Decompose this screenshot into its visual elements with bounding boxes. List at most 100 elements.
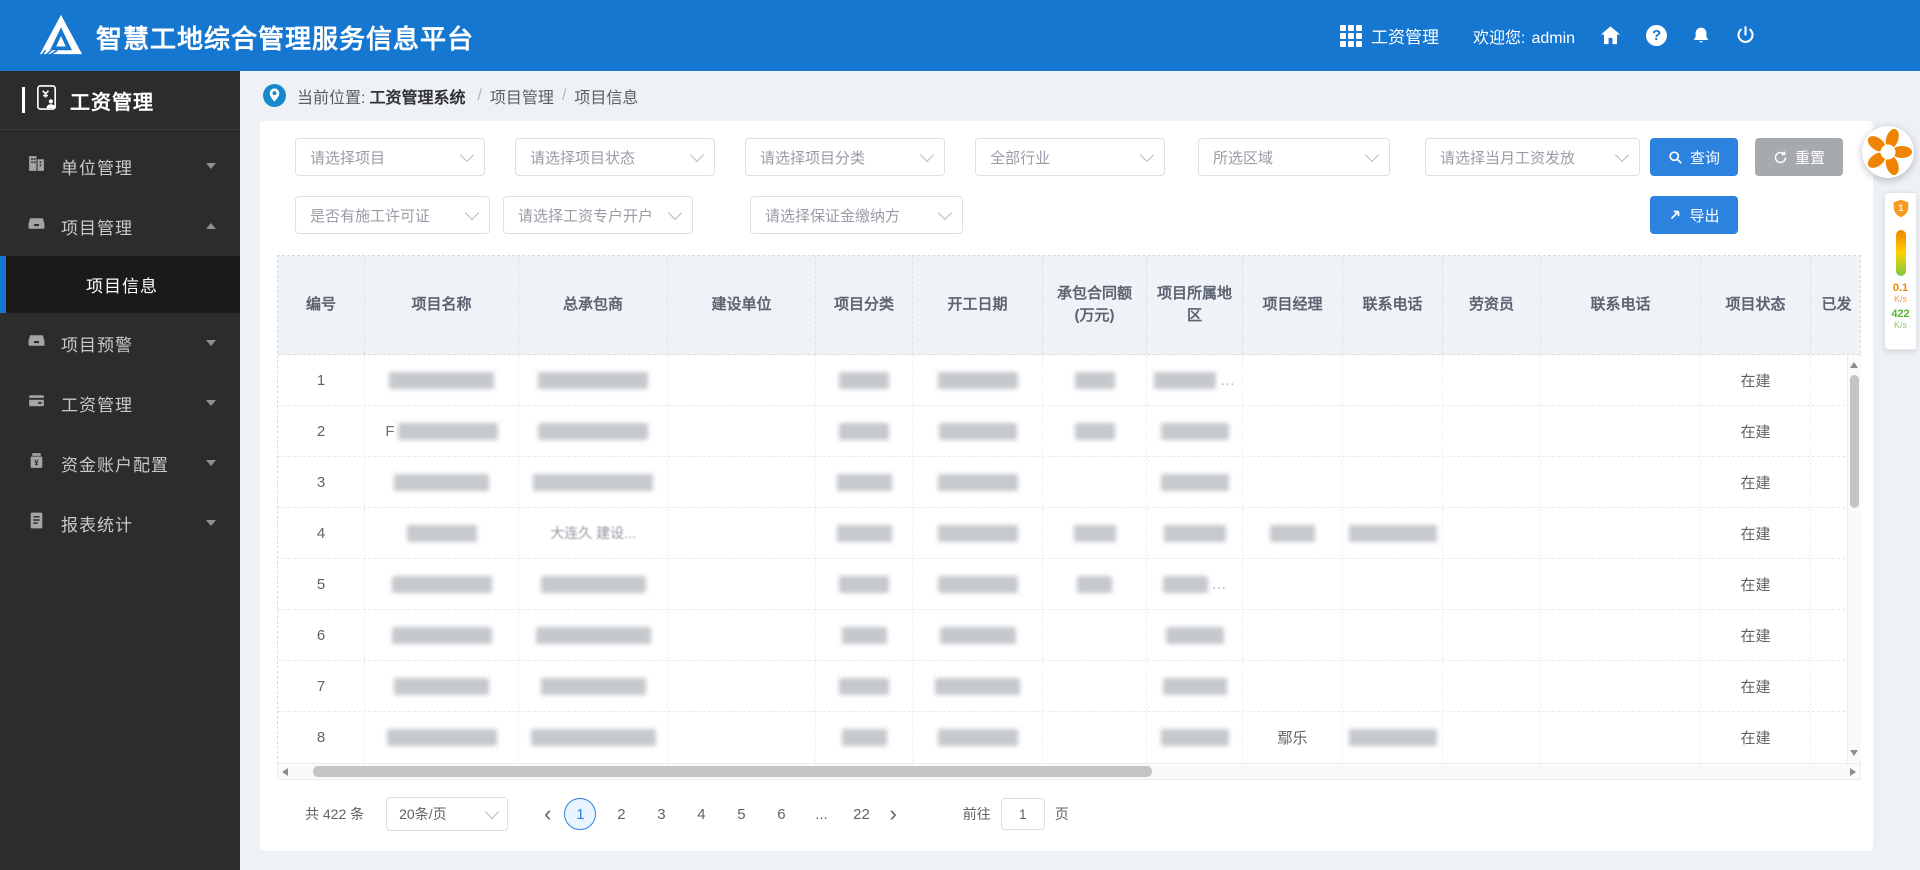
app-switcher-label[interactable]: 工资管理: [1371, 23, 1439, 48]
cell-text: …: [1211, 575, 1227, 593]
prev-page-button[interactable]: ‹: [544, 799, 551, 829]
cell-start_date: [913, 508, 1043, 558]
cell-name: [365, 355, 519, 405]
cell-amount: [1043, 661, 1147, 711]
scroll-right-arrow-icon[interactable]: [1850, 768, 1856, 776]
security-suite-floating-logo[interactable]: [1860, 124, 1916, 180]
select-salary-account-opened[interactable]: 请选择工资专户开户: [503, 196, 693, 234]
vertical-scrollbar-thumb[interactable]: [1850, 375, 1859, 508]
select-project-category[interactable]: 请选择项目分类: [745, 138, 945, 176]
table-row[interactable]: 2 F 在建: [278, 406, 1860, 457]
horizontal-scrollbar[interactable]: [277, 763, 1861, 780]
sidebar-item-fund-account-config[interactable]: ¥ 资金账户配置: [0, 433, 240, 493]
app-grid-icon[interactable]: [1340, 24, 1362, 47]
table-row[interactable]: 8 鄢乐 在建: [278, 712, 1860, 763]
table-row[interactable]: 3 在建: [278, 457, 1860, 508]
cell-manager_phone: [1343, 712, 1443, 763]
search-icon: [1669, 150, 1682, 164]
svg-text:1: 1: [1898, 203, 1903, 213]
notification-bell-icon[interactable]: [1691, 25, 1711, 47]
cell-start_date: [913, 457, 1043, 507]
sidebar-item-salary-management[interactable]: 工资管理: [0, 373, 240, 433]
redacted-text-block: [1160, 473, 1229, 491]
network-speed-widget[interactable]: 1 0.1 K/s 422 K/s: [1884, 192, 1916, 350]
cell-contractor: [519, 610, 668, 660]
redacted-text-block: [939, 626, 1016, 644]
select-monthly-salary-paid[interactable]: 请选择当月工资发放: [1425, 138, 1640, 176]
projects-table: 编号 项目名称 总承包商 建设单位 项目分类 开工日期 承包合同额(万元) 项目所属地区 项目经…: [277, 255, 1861, 764]
column-header: 联系电话: [1541, 256, 1701, 354]
chevron-down-icon: [459, 147, 475, 162]
redacted-text-block: [530, 729, 656, 746]
page-ellipsis[interactable]: ...: [806, 798, 836, 830]
sidebar-item-project-alert[interactable]: 项目预警: [0, 313, 240, 373]
cell-start_date: [913, 610, 1043, 660]
home-icon[interactable]: [1599, 24, 1622, 47]
export-button[interactable]: 导出: [1650, 196, 1738, 234]
select-industry[interactable]: 全部行业: [975, 138, 1165, 176]
sidebar-title: 工资管理: [70, 91, 154, 114]
cell-manager_phone: [1343, 406, 1443, 456]
page-unit-label: 页: [1054, 806, 1069, 822]
column-header: 项目状态: [1701, 256, 1811, 354]
redacted-text-block: [839, 575, 889, 593]
chevron-down-icon: [667, 205, 683, 220]
page-size-select[interactable]: 20条/页: [386, 797, 509, 831]
table-row[interactable]: 7 在建: [278, 661, 1860, 712]
goto-page-input[interactable]: [1000, 798, 1045, 830]
power-logout-icon[interactable]: [1735, 25, 1756, 46]
svg-text:¥: ¥: [34, 458, 39, 467]
table-row[interactable]: 4 大连久 建设... 在建: [278, 508, 1860, 559]
column-header: 劳资员: [1443, 256, 1541, 354]
breadcrumb-level2[interactable]: 项目信息: [574, 84, 638, 108]
sidebar-item-project-management[interactable]: 项目管理: [0, 196, 240, 256]
sidebar-item-unit-management[interactable]: 单位管理: [0, 136, 240, 196]
chevron-down-icon: [1364, 147, 1380, 162]
cell-manager: [1243, 355, 1343, 405]
vertical-scrollbar[interactable]: [1847, 356, 1861, 762]
table-row[interactable]: 5 … 在建: [278, 559, 1860, 610]
redacted-text-block: [836, 473, 892, 491]
sidebar-item-project-info-active[interactable]: 项目信息: [0, 256, 240, 313]
redacted-text-block: [1160, 729, 1229, 746]
page-button-3[interactable]: 3: [646, 798, 676, 830]
breadcrumb-level1[interactable]: 项目管理: [490, 84, 554, 108]
cell-contractor: [519, 406, 668, 456]
page-button-6[interactable]: 6: [766, 798, 796, 830]
cell-text: 1: [316, 371, 326, 389]
cell-labor_phone: [1541, 406, 1701, 456]
select-project[interactable]: 请选择项目: [295, 138, 485, 176]
reset-button[interactable]: 重置: [1755, 138, 1843, 176]
cell-labor_phone: [1541, 661, 1701, 711]
page-button-2[interactable]: 2: [606, 798, 636, 830]
cell-no: 6: [278, 610, 365, 660]
welcome-text: 欢迎您: admin: [1473, 29, 1576, 47]
cell-amount: [1043, 406, 1147, 456]
redacted-text-block: [839, 677, 889, 695]
cell-contractor: [519, 661, 668, 711]
cell-manager_phone: [1343, 610, 1443, 660]
scroll-up-arrow-icon[interactable]: [1850, 362, 1858, 368]
page-button-5[interactable]: 5: [726, 798, 756, 830]
select-deposit-payer[interactable]: 请选择保证金缴纳方: [750, 196, 963, 234]
next-page-button[interactable]: ›: [889, 799, 896, 829]
page-button-4[interactable]: 4: [686, 798, 716, 830]
page-button-22[interactable]: 22: [846, 798, 876, 830]
help-icon[interactable]: ?: [1646, 25, 1668, 46]
select-project-status[interactable]: 请选择项目状态: [515, 138, 715, 176]
sidebar-item-report-statistics[interactable]: 报表统计: [0, 493, 240, 553]
cell-amount: [1043, 355, 1147, 405]
scroll-down-arrow-icon[interactable]: [1850, 750, 1858, 756]
table-row[interactable]: 6 在建: [278, 610, 1860, 661]
select-region[interactable]: 所选区域: [1198, 138, 1390, 176]
status-text: 在建: [1740, 678, 1771, 696]
query-button[interactable]: 查询: [1650, 138, 1738, 176]
platform-logo-icon: [38, 13, 84, 62]
page-button-1[interactable]: 1: [564, 798, 597, 830]
building-icon: [27, 154, 46, 178]
horizontal-scrollbar-thumb[interactable]: [313, 766, 1152, 777]
goto-label: 前往: [962, 806, 991, 822]
table-row[interactable]: 1 … 在建: [278, 355, 1860, 406]
scroll-left-arrow-icon[interactable]: [282, 768, 288, 776]
select-construction-permit[interactable]: 是否有施工许可证: [295, 196, 490, 234]
